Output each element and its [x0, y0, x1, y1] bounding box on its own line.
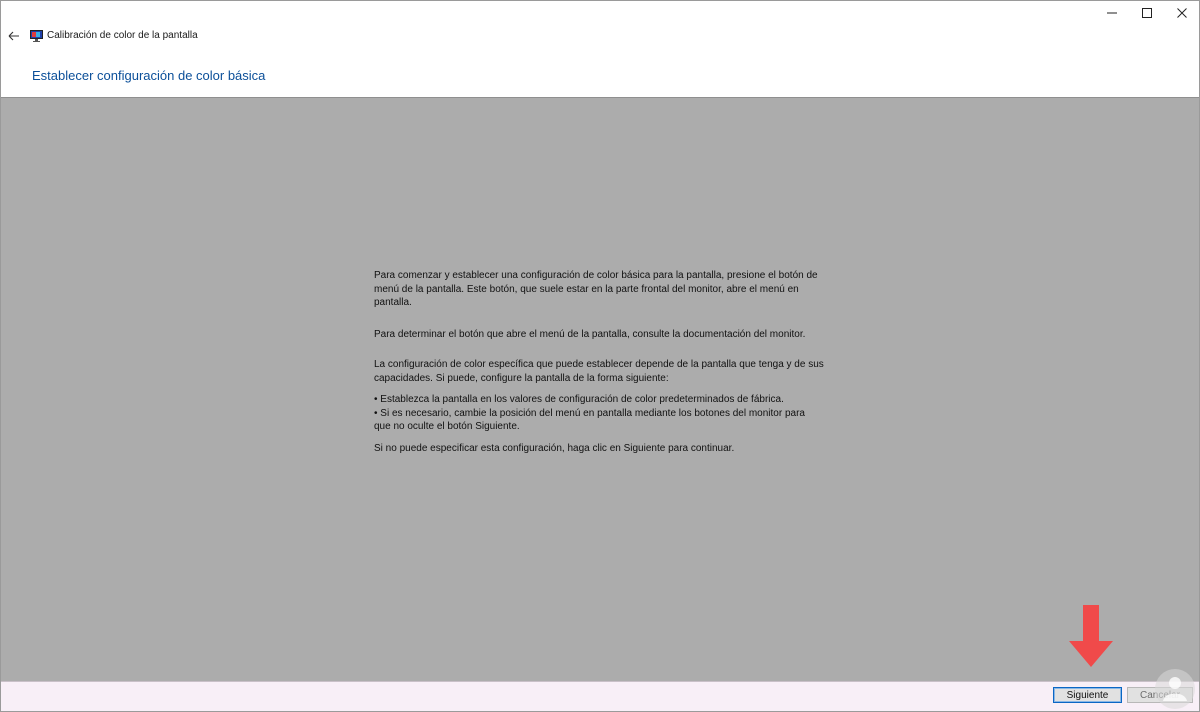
watermark-logo-icon [1155, 669, 1195, 709]
display-calibration-app-icon [30, 29, 43, 42]
title-bar [1, 1, 1199, 33]
bullet-menu-position: • Si es necesario, cambie la posición de… [374, 407, 805, 433]
instructions-text: Para comenzar y establecer una configura… [374, 269, 824, 455]
maximize-button[interactable] [1129, 1, 1165, 25]
maximize-icon [1142, 8, 1152, 18]
minimize-button[interactable] [1094, 1, 1130, 25]
intro-paragraph: Para comenzar y establecer una configura… [374, 270, 818, 308]
minimize-icon [1107, 12, 1117, 14]
continue-paragraph: Si no puede especificar esta configuraci… [374, 442, 735, 454]
button-bar [1, 681, 1199, 711]
calibration-content-area: Para comenzar y establecer una configura… [1, 97, 1199, 681]
page-heading: Establecer configuración de color básica [32, 68, 266, 83]
bullet-factory-defaults: • Establezca la pantalla en los valores … [374, 394, 784, 405]
next-button[interactable]: Siguiente [1053, 687, 1122, 703]
menu-button-paragraph: Para determinar el botón que abre el men… [374, 328, 806, 340]
close-button[interactable] [1164, 1, 1199, 25]
back-button[interactable] [5, 28, 21, 44]
back-arrow-icon [8, 31, 19, 41]
settings-paragraph: La configuración de color específica que… [374, 359, 824, 384]
calibration-window: Calibración de color de la pantalla Esta… [0, 0, 1200, 712]
red-arrow-annotation-icon [1069, 605, 1113, 667]
close-icon [1177, 8, 1187, 18]
window-title: Calibración de color de la pantalla [47, 30, 198, 41]
